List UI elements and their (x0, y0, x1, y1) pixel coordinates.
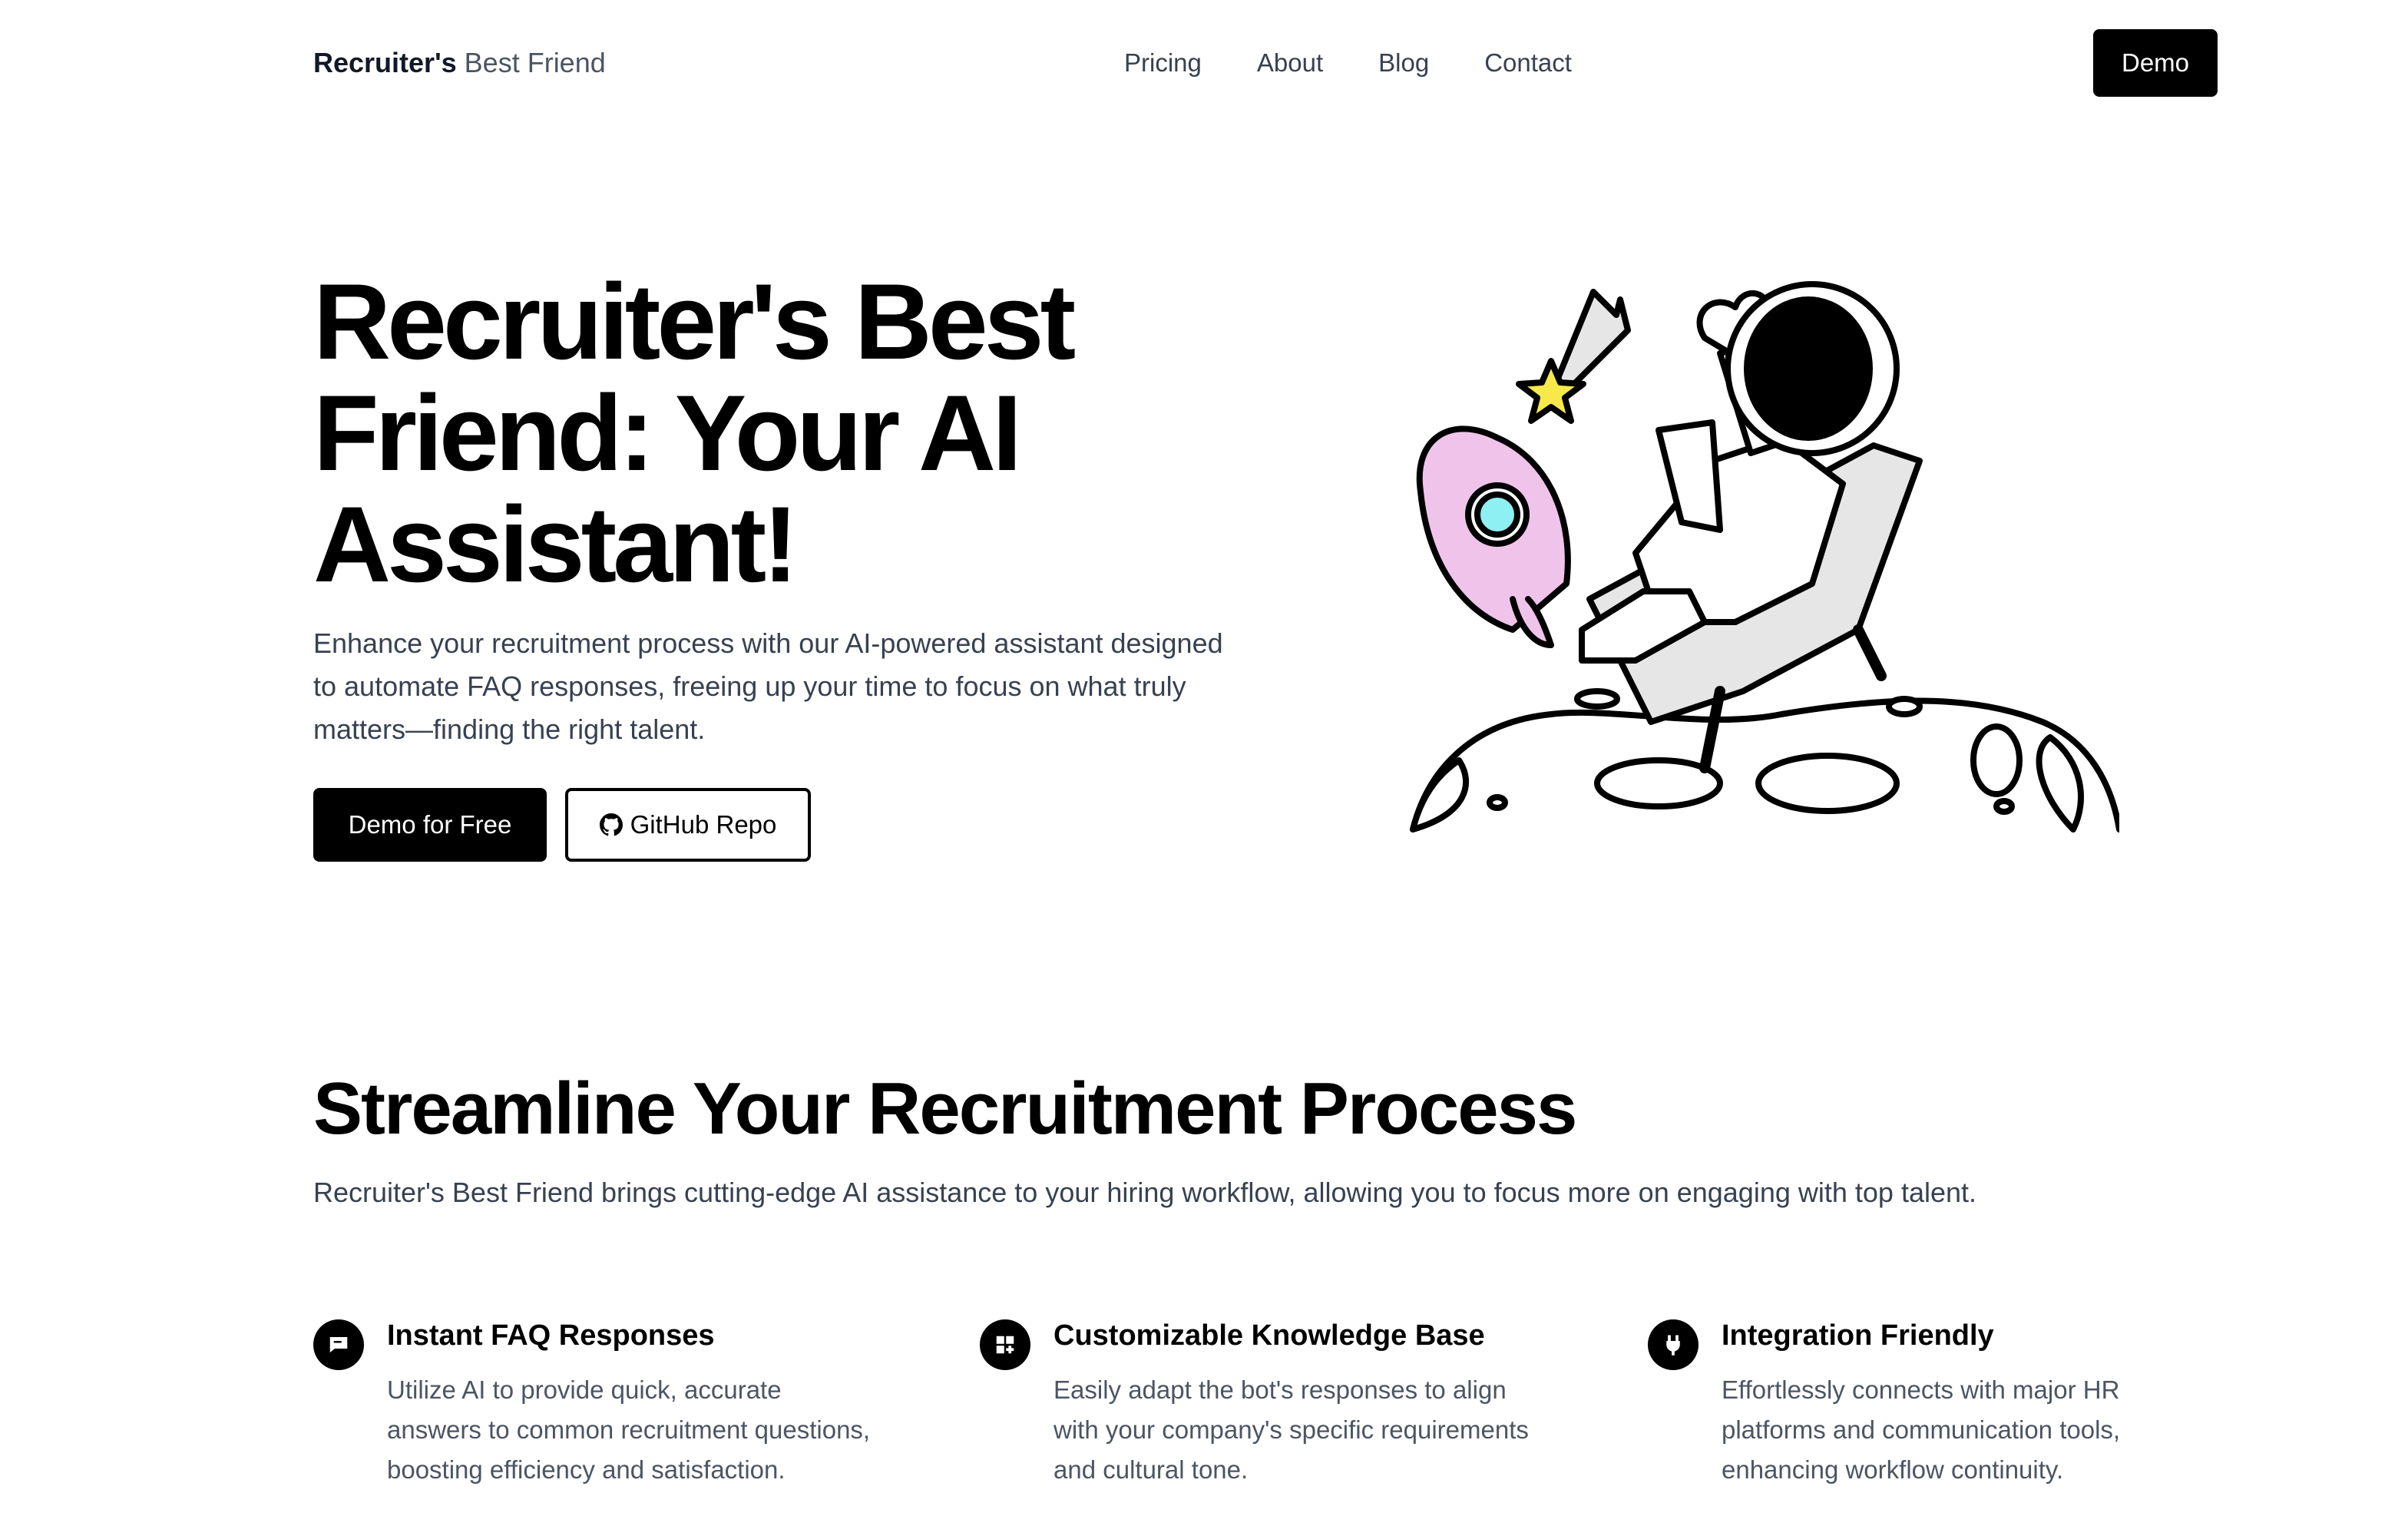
github-icon (599, 813, 623, 836)
github-repo-button[interactable]: GitHub Repo (565, 788, 811, 862)
top-navigation: Recruiter's Best Friend Pricing About Bl… (0, 0, 2408, 124)
brand-name-bold: Recruiter's (313, 47, 457, 78)
feature-description: Effortlessly connects with major HR plat… (1722, 1375, 2121, 1484)
nav-link-about[interactable]: About (1257, 46, 1323, 80)
header-demo-button[interactable]: Demo (2093, 29, 2218, 97)
github-repo-label: GitHub Repo (630, 810, 777, 839)
brand-logo[interactable]: Recruiter's Best Friend (313, 46, 606, 80)
plug-icon (1648, 1319, 1698, 1370)
features-section-title: Streamline Your Recruitment Process (313, 1068, 1577, 1150)
nav-link-pricing[interactable]: Pricing (1124, 46, 1202, 80)
demo-for-free-button[interactable]: Demo for Free (313, 788, 547, 862)
feature-title: Instant FAQ Responses (387, 1319, 715, 1352)
feature-description: Easily adapt the bot's responses to alig… (1054, 1375, 1529, 1484)
feature-description: Utilize AI to provide quick, accurate an… (387, 1375, 871, 1484)
hero-title: Recruiter's Best Friend: Your AI Assista… (313, 261, 1076, 604)
nav-menu: Pricing About Blog Contact (1124, 46, 1572, 80)
astronaut-illustration (1410, 281, 2119, 833)
feature-title: Integration Friendly (1722, 1319, 1994, 1352)
brand-name-light: Best Friend (464, 47, 606, 78)
features-section-subtitle: Recruiter's Best Friend brings cutting-e… (313, 1177, 1977, 1208)
grid-plus-icon (980, 1319, 1030, 1370)
nav-link-contact[interactable]: Contact (1484, 46, 1572, 80)
feature-title: Customizable Knowledge Base (1054, 1319, 1485, 1352)
chat-bubble-icon (313, 1319, 364, 1370)
nav-link-blog[interactable]: Blog (1378, 46, 1429, 80)
hero-subtitle: Enhance your recruitment process with ou… (313, 627, 1223, 745)
